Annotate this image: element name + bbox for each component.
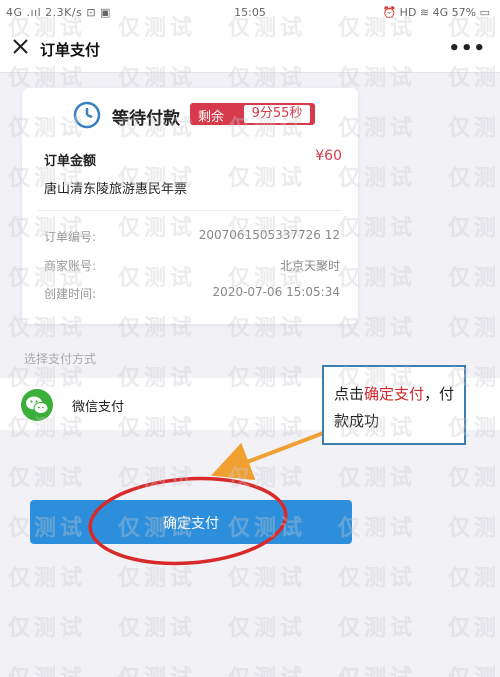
clock-icon xyxy=(73,101,101,129)
watermark-text: 仅测试 xyxy=(8,660,86,677)
order-number-value: 2007061505337726 12 xyxy=(198,228,340,242)
amount-label: 订单金额 xyxy=(44,154,97,169)
watermark-text: 仅测试 xyxy=(228,660,306,677)
watermark-text: 仅测试 xyxy=(448,216,500,241)
watermark-text: 仅测试 xyxy=(8,616,87,641)
callout-highlight: 确定支付 xyxy=(364,385,425,403)
watermark-text: 仅测试 xyxy=(448,566,500,591)
callout-text: 点击确定支付，付款成功 xyxy=(334,381,458,435)
watermark-text: 仅测试 xyxy=(448,116,500,141)
watermark-text: 仅测试 xyxy=(118,660,196,677)
close-button[interactable] xyxy=(10,36,32,58)
merchant-value: 北京天聚时 xyxy=(279,259,340,273)
countdown-label: 剩余 xyxy=(198,110,225,125)
nav-bar: 订单支付 ••• xyxy=(0,26,500,73)
watermark-text: 仅测试 xyxy=(228,466,307,491)
watermark-text: 仅测试 xyxy=(228,566,307,591)
order-number-label: 订单编号: xyxy=(44,230,97,244)
countdown-badge: 剩余 9分55秒 xyxy=(190,103,315,125)
created-time-value: 2020-07-06 15:05:34 xyxy=(212,285,340,299)
payment-method-label: 选择支付方式 xyxy=(24,352,97,366)
status-bar: 4G .ııl 2.3K/s ⊡ ▣ 15:05 ⏰ HD ≋ 4G 57% ▭ xyxy=(0,0,500,26)
status-bar-indicators: ⏰ HD ≋ 4G 57% ▭ xyxy=(382,6,490,19)
watermark-text: 仅测试 xyxy=(338,466,417,491)
watermark-text: 仅测试 xyxy=(448,466,500,491)
watermark-text: 仅测试 xyxy=(448,616,500,641)
annotation-arrow xyxy=(211,430,327,481)
watermark-text: 仅测试 xyxy=(118,616,197,641)
created-time-label: 创建时间: xyxy=(44,287,97,301)
watermark-text: 仅测试 xyxy=(338,616,417,641)
merchant-label: 商家账号: xyxy=(44,259,97,273)
watermark-text: 仅测试 xyxy=(228,616,307,641)
more-icon[interactable]: ••• xyxy=(448,38,486,59)
wechat-icon xyxy=(21,389,53,421)
watermark-text: 仅测试 xyxy=(8,566,87,591)
countdown-time: 9分55秒 xyxy=(244,105,310,123)
watermark-text: 仅测试 xyxy=(338,566,417,591)
order-card: 等待付款 剩余 9分55秒 订单金额 ¥60 唐山清东陵旅游惠民年票 订单编号:… xyxy=(22,88,358,324)
watermark-text: 仅测试 xyxy=(448,316,500,341)
watermark-text: 仅测试 xyxy=(338,660,416,677)
watermark-text: 仅测试 xyxy=(118,466,197,491)
watermark-text: 仅测试 xyxy=(8,466,87,491)
page-title: 订单支付 xyxy=(40,41,101,59)
amount-value: ¥60 xyxy=(315,148,342,164)
watermark-text: 仅测试 xyxy=(448,660,500,677)
watermark-text: 仅测试 xyxy=(448,166,500,191)
watermark-text: 仅测试 xyxy=(448,516,500,541)
annotation-callout: 点击确定支付，付款成功 xyxy=(322,365,466,445)
watermark-text: 仅测试 xyxy=(118,566,197,591)
close-icon xyxy=(13,39,28,54)
confirm-pay-label: 确定支付 xyxy=(163,516,219,532)
product-name: 唐山清东陵旅游惠民年票 xyxy=(44,182,188,197)
order-status: 等待付款 xyxy=(112,109,180,129)
watermark-text: 仅测试 xyxy=(448,266,500,291)
wechat-pay-label: 微信支付 xyxy=(72,400,125,415)
callout-prefix: 点击 xyxy=(334,385,365,403)
confirm-pay-button[interactable]: 确定支付 xyxy=(30,500,352,544)
divider xyxy=(38,210,342,211)
